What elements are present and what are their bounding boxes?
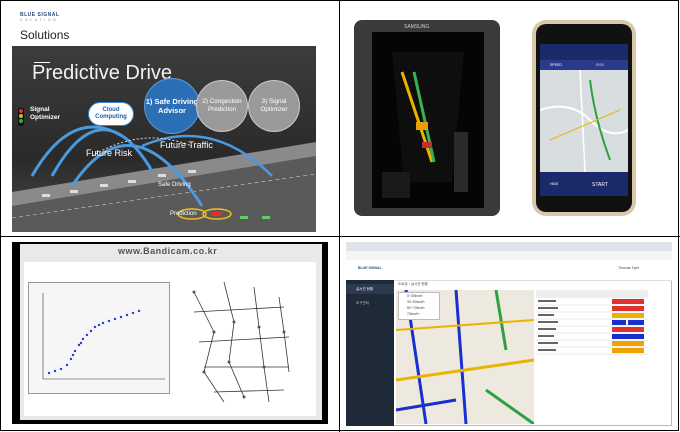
- figure-grid: BLUE SIGNAL S O L U T I O N Solutions Pr…: [0, 0, 680, 432]
- grid-frame: [0, 0, 679, 431]
